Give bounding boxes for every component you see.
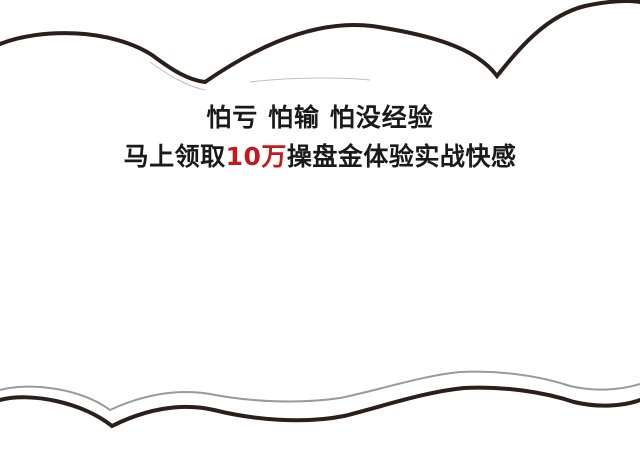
headline-line2-prefix: 马上领取 (123, 142, 226, 171)
headline-line2-suffix: 操盘金体验实战快感 (286, 142, 517, 171)
cloud-shape (0, 0, 640, 450)
headline-amount-highlight: 10万 (225, 142, 287, 171)
headline-line1: 怕亏 怕输 怕没经验 (206, 103, 434, 132)
promo-banner: 怕亏 怕输 怕没经验 马上领取10万操盘金体验实战快感 (0, 0, 640, 450)
headline-line2: 马上领取10万操盘金体验实战快感 (0, 137, 640, 173)
